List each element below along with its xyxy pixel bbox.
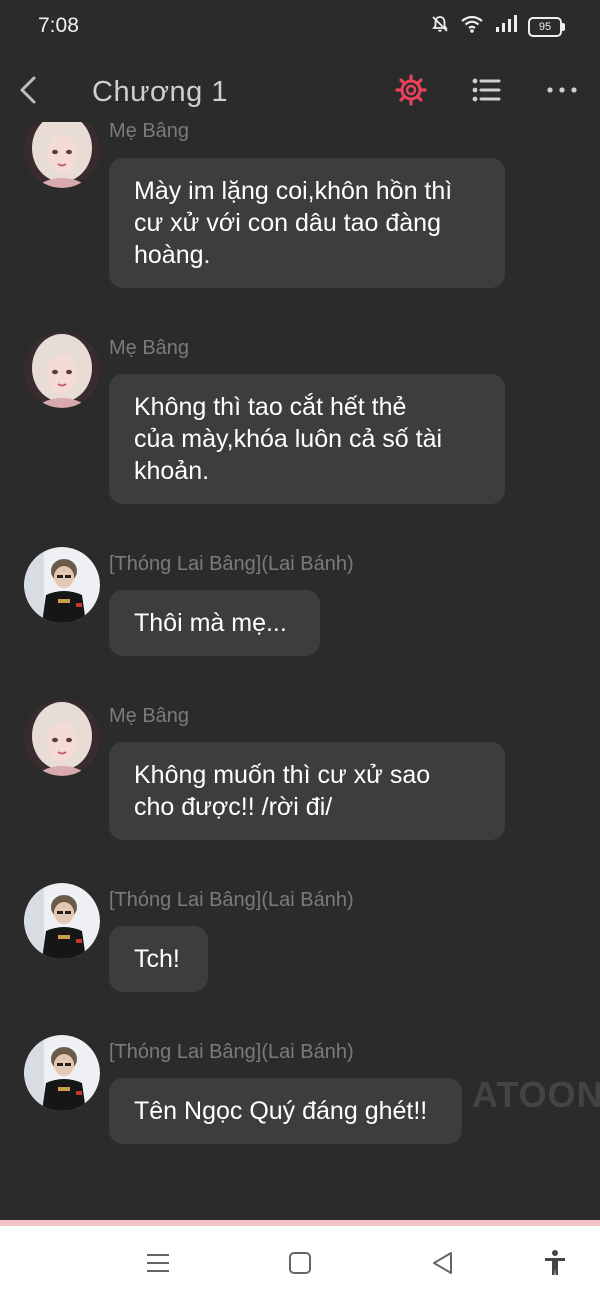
sender-name: [Thóng Lai Bâng](Lai Bánh) bbox=[109, 889, 354, 911]
accessibility-icon bbox=[545, 1250, 565, 1275]
status-time: 7:08 bbox=[38, 14, 79, 37]
recent-apps-button[interactable] bbox=[143, 1248, 173, 1278]
message-line: khoản. bbox=[134, 457, 210, 485]
woman-avatar-icon bbox=[24, 122, 100, 188]
back-button[interactable] bbox=[14, 72, 46, 108]
avatar[interactable] bbox=[24, 883, 100, 959]
message-bubble[interactable]: Không muốn thì cư xử sao cho được!! /rời… bbox=[109, 742, 505, 840]
man-avatar-icon bbox=[24, 1035, 100, 1111]
sender-name: [Thóng Lai Bâng](Lai Bánh) bbox=[109, 1041, 354, 1063]
message-bubble[interactable]: Mày im lặng coi,khôn hồn thì cư xử với c… bbox=[109, 158, 505, 288]
more-button[interactable] bbox=[545, 72, 581, 108]
app-header: Chương 1 bbox=[0, 60, 600, 122]
status-bar: 7:08 95 bbox=[0, 0, 600, 52]
message-bubble[interactable]: Thôi mà mẹ... bbox=[109, 590, 320, 656]
message-line: hoàng. bbox=[134, 241, 211, 269]
gear-icon bbox=[395, 74, 427, 106]
avatar[interactable] bbox=[24, 1035, 100, 1111]
sender-name: [Thóng Lai Bâng](Lai Bánh) bbox=[109, 553, 354, 575]
status-icons: 95 bbox=[430, 14, 565, 39]
page-title: Chương 1 bbox=[92, 76, 228, 108]
message-line: Không thì tao cắt hết thẻ bbox=[134, 393, 407, 421]
chapter-list-button[interactable] bbox=[469, 72, 505, 108]
mute-bell-icon bbox=[430, 14, 450, 39]
back-nav-button[interactable] bbox=[428, 1248, 458, 1278]
woman-avatar-icon bbox=[24, 332, 100, 408]
back-triangle-icon bbox=[433, 1252, 452, 1274]
battery-icon: 95 bbox=[528, 16, 565, 37]
message-bubble[interactable]: Tên Ngọc Quý đáng ghét!! bbox=[109, 1078, 462, 1144]
sender-name: Mẹ Bâng bbox=[109, 337, 190, 359]
list-icon bbox=[472, 78, 501, 102]
avatar[interactable] bbox=[24, 547, 100, 623]
system-nav-bar bbox=[0, 1226, 600, 1300]
message-line: Không muốn thì cư xử sao bbox=[134, 761, 431, 789]
message-bubble[interactable]: Tch! bbox=[109, 926, 208, 992]
chevron-left-icon bbox=[20, 76, 36, 104]
signal-icon bbox=[494, 14, 518, 39]
avatar[interactable] bbox=[24, 122, 100, 188]
message-line: của mày,khóa luôn cả số tài bbox=[134, 425, 443, 453]
sender-name: Mẹ Bâng bbox=[109, 122, 190, 142]
message-line: Tch! bbox=[134, 945, 180, 973]
message-line: Tên Ngọc Quý đáng ghét!! bbox=[134, 1097, 428, 1125]
avatar[interactable] bbox=[24, 700, 100, 776]
chat-thread[interactable]: Mẹ Bâng Mày im lặng coi,khôn hồn thì cư … bbox=[0, 122, 600, 1222]
woman-avatar-icon bbox=[24, 700, 100, 776]
man-avatar-icon bbox=[24, 547, 100, 623]
avatar[interactable] bbox=[24, 332, 100, 408]
message-bubble[interactable]: Không thì tao cắt hết thẻ của mày,khóa l… bbox=[109, 374, 505, 504]
menu-lines-icon bbox=[147, 1254, 169, 1272]
more-dots-icon bbox=[547, 87, 577, 93]
home-square-icon bbox=[289, 1252, 311, 1274]
wifi-icon bbox=[460, 14, 484, 39]
message-line: cho được!! /rời đi/ bbox=[134, 793, 333, 821]
message-line: Thôi mà mẹ... bbox=[134, 609, 287, 637]
sender-name: Mẹ Bâng bbox=[109, 705, 190, 727]
message-line: cư xử với con dâu tao đàng bbox=[134, 209, 441, 237]
message-line: Mày im lặng coi,khôn hồn thì bbox=[134, 177, 453, 205]
home-button[interactable] bbox=[285, 1248, 315, 1278]
accessibility-button[interactable] bbox=[540, 1248, 570, 1278]
watermark-logo: ATOON bbox=[472, 1074, 600, 1115]
man-avatar-icon bbox=[24, 883, 100, 959]
settings-button[interactable] bbox=[393, 72, 429, 108]
